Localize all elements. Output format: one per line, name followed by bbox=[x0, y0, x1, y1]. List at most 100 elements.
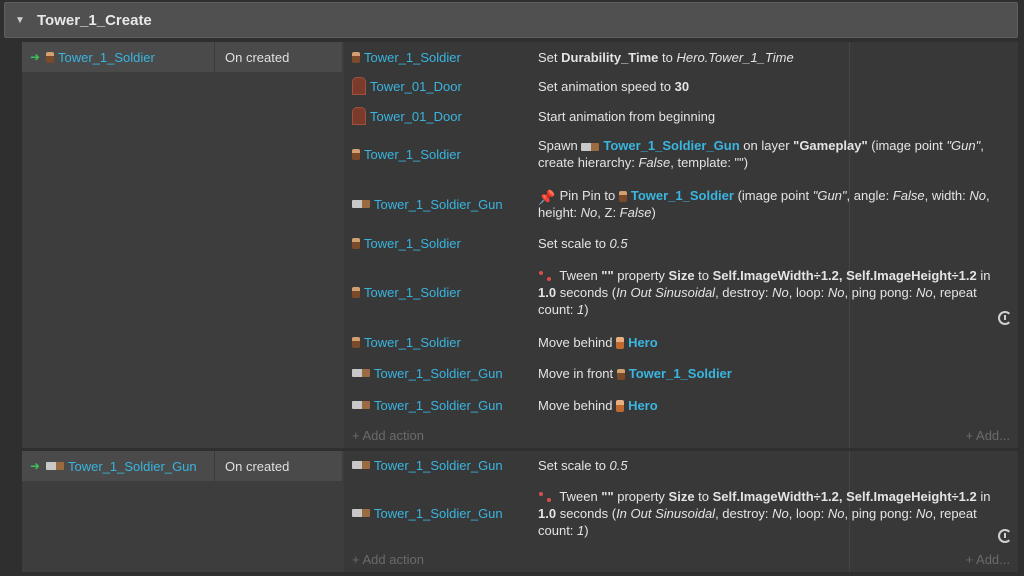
add-action-button[interactable]: + Add action bbox=[352, 552, 424, 567]
action-text-segment: No bbox=[916, 284, 933, 300]
action-row[interactable]: Tower_1_Soldier Tween "" property Size t… bbox=[344, 257, 1018, 327]
soldier-icon bbox=[46, 51, 54, 63]
action-row[interactable]: Tower_01_Door Set animation speed to 30 bbox=[344, 71, 1018, 101]
action-text-segment: Move behind bbox=[538, 397, 617, 413]
action-text-segment: on layer bbox=[739, 138, 794, 153]
action-text-segment: Set bbox=[538, 49, 562, 65]
collapse-triangle-icon[interactable]: ▼ bbox=[15, 15, 29, 26]
action-text-segment: seconds ( bbox=[556, 284, 617, 300]
add-action-row: + Add action + Add... bbox=[344, 549, 1018, 571]
action-row[interactable]: Tower_1_Soldier_Gun Tween "" property Si… bbox=[344, 481, 1018, 545]
action-row[interactable]: Tower_1_Soldier Move behind Hero bbox=[344, 327, 1018, 357]
action-object[interactable]: Tower_01_Door bbox=[352, 77, 462, 95]
action-text-segment: in bbox=[976, 488, 991, 504]
action-text-segment: seconds ( bbox=[556, 505, 617, 521]
soldier-icon bbox=[352, 51, 360, 63]
action-object-name: Tower_01_Door bbox=[370, 108, 462, 124]
event-block: ➜ Tower_1_Soldier_Gun On created Tower_1_So… bbox=[22, 451, 1018, 572]
action-row[interactable]: Tower_1_Soldier_Gun Set scale to 0.5 bbox=[344, 451, 1018, 479]
action-row[interactable]: Tower_1_Soldier Set scale to 0.5 bbox=[344, 229, 1018, 257]
object-reference[interactable]: Hero bbox=[628, 335, 658, 350]
action-text-segment: "" bbox=[601, 267, 614, 283]
door-icon bbox=[352, 107, 366, 125]
action-text-segment: Pin Pin to bbox=[556, 188, 619, 203]
action-text[interactable]: Start animation from beginning bbox=[538, 108, 998, 125]
action-text-segment: No bbox=[772, 505, 789, 521]
action-object-name: Tower_1_Soldier_Gun bbox=[374, 505, 503, 521]
action-text-segment: No bbox=[969, 188, 987, 203]
action-text[interactable]: Move in front Tower_1_Soldier bbox=[538, 365, 998, 382]
trigger-arrow-icon: ➜ bbox=[30, 459, 41, 473]
condition-row[interactable]: ➜ Tower_1_Soldier_Gun On created bbox=[22, 451, 342, 481]
event-group-header[interactable]: ▼ Tower_1_Create bbox=[4, 2, 1018, 38]
condition-trigger: On created bbox=[225, 49, 290, 65]
action-text-segment: "Gameplay" bbox=[793, 138, 868, 153]
object-reference[interactable]: Tower_1_Soldier_Gun bbox=[603, 138, 739, 153]
add-more-button[interactable]: + Add... bbox=[966, 552, 1010, 567]
action-object[interactable]: Tower_1_Soldier_Gun bbox=[352, 398, 503, 413]
action-text-segment: ) bbox=[651, 205, 656, 220]
action-object[interactable]: Tower_1_Soldier bbox=[352, 285, 461, 300]
action-text-segment: Size bbox=[668, 488, 695, 504]
condition-object-name: Tower_1_Soldier bbox=[58, 49, 155, 65]
hero-icon bbox=[616, 337, 625, 350]
action-object[interactable]: Tower_1_Soldier bbox=[352, 236, 461, 251]
action-text[interactable]: Tween "" property Size to Self.ImageWidt… bbox=[538, 267, 998, 318]
action-text-segment: In Out Sinusoidal bbox=[616, 505, 716, 521]
action-text-segment: , destroy: bbox=[715, 505, 773, 521]
group-title: Tower_1_Create bbox=[37, 11, 152, 29]
action-text-segment: , Z: bbox=[597, 205, 620, 220]
object-reference[interactable]: Tower_1_Soldier bbox=[629, 366, 732, 381]
action-text-segment: ) bbox=[584, 522, 589, 538]
action-row[interactable]: Tower_1_Soldier_Gun Move in front Tower_1… bbox=[344, 358, 1018, 388]
action-text-segment: Tween bbox=[556, 488, 602, 504]
action-object-name: Tower_1_Soldier_Gun bbox=[374, 457, 503, 473]
condition-object[interactable]: Tower_1_Soldier bbox=[46, 50, 214, 65]
add-action-button[interactable]: + Add action bbox=[352, 428, 424, 443]
action-text[interactable]: Set Durability_Time to Hero.Tower_1_Time bbox=[538, 49, 998, 66]
action-object[interactable]: Tower_01_Door bbox=[352, 107, 462, 125]
action-text-segment: "" bbox=[601, 488, 614, 504]
action-row[interactable]: Tower_01_Door Start animation from beginn… bbox=[344, 101, 1018, 131]
action-row[interactable]: Tower_1_Soldier Spawn Tower_1_Soldier_Gun… bbox=[344, 131, 1018, 177]
action-text-segment: No bbox=[827, 505, 845, 521]
action-row[interactable]: Tower_1_Soldier_Gun Move behind Hero bbox=[344, 390, 1018, 420]
condition-row[interactable]: ➜ Tower_1_Soldier On created bbox=[22, 42, 342, 72]
action-object[interactable]: Tower_1_Soldier_Gun bbox=[352, 197, 503, 212]
action-text[interactable]: 📌 Pin Pin to Tower_1_Soldier (image poin… bbox=[538, 187, 998, 221]
condition-object[interactable]: Tower_1_Soldier_Gun bbox=[46, 459, 214, 474]
action-text[interactable]: Move behind Hero bbox=[538, 334, 998, 351]
action-text[interactable]: Move behind Hero bbox=[538, 397, 998, 414]
action-text-segment: No bbox=[772, 284, 789, 300]
action-object[interactable]: Tower_1_Soldier_Gun bbox=[352, 458, 503, 473]
action-text[interactable]: Spawn Tower_1_Soldier_Gun on layer "Game… bbox=[538, 137, 998, 171]
action-text-segment: 0.5 bbox=[609, 235, 628, 251]
action-text-segment: Durability_Time bbox=[561, 49, 659, 65]
action-text[interactable]: Set scale to 0.5 bbox=[538, 235, 998, 252]
action-text[interactable]: Set animation speed to 30 bbox=[538, 78, 998, 95]
action-text-segment: Tween bbox=[556, 267, 602, 283]
action-object[interactable]: Tower_1_Soldier bbox=[352, 335, 461, 350]
action-object[interactable]: Tower_1_Soldier_Gun bbox=[352, 506, 503, 521]
tween-icon bbox=[538, 491, 552, 503]
action-text-segment: in bbox=[976, 267, 991, 283]
action-object[interactable]: Tower_1_Soldier bbox=[352, 147, 461, 162]
object-reference[interactable]: Hero bbox=[628, 398, 658, 413]
object-reference[interactable]: Tower_1_Soldier bbox=[631, 188, 734, 203]
action-object-name: Tower_1_Soldier bbox=[364, 49, 461, 65]
action-text[interactable]: Set scale to 0.5 bbox=[538, 457, 998, 474]
action-row[interactable]: Tower_1_Soldier Set Durability_Time to He… bbox=[344, 42, 1018, 72]
tween-icon bbox=[538, 270, 552, 282]
action-text-segment: , ping pong: bbox=[844, 505, 916, 521]
action-text-segment: Spawn bbox=[538, 138, 582, 153]
action-text-segment: 0.5 bbox=[609, 457, 628, 473]
action-object-name: Tower_1_Soldier_Gun bbox=[374, 196, 503, 212]
action-text-segment: Set scale to bbox=[538, 235, 610, 251]
action-text[interactable]: Tween "" property Size to Self.ImageWidt… bbox=[538, 488, 998, 539]
action-row[interactable]: Tower_1_Soldier_Gun 📌 Pin Pin to Tower_1_… bbox=[344, 179, 1018, 229]
add-more-button[interactable]: + Add... bbox=[966, 428, 1010, 443]
gun-icon bbox=[352, 509, 370, 517]
action-object[interactable]: Tower_1_Soldier bbox=[352, 50, 461, 65]
action-text-segment: Self.ImageWidth÷1.2, Self.ImageHeight÷1.… bbox=[712, 267, 977, 283]
action-object[interactable]: Tower_1_Soldier_Gun bbox=[352, 366, 503, 381]
